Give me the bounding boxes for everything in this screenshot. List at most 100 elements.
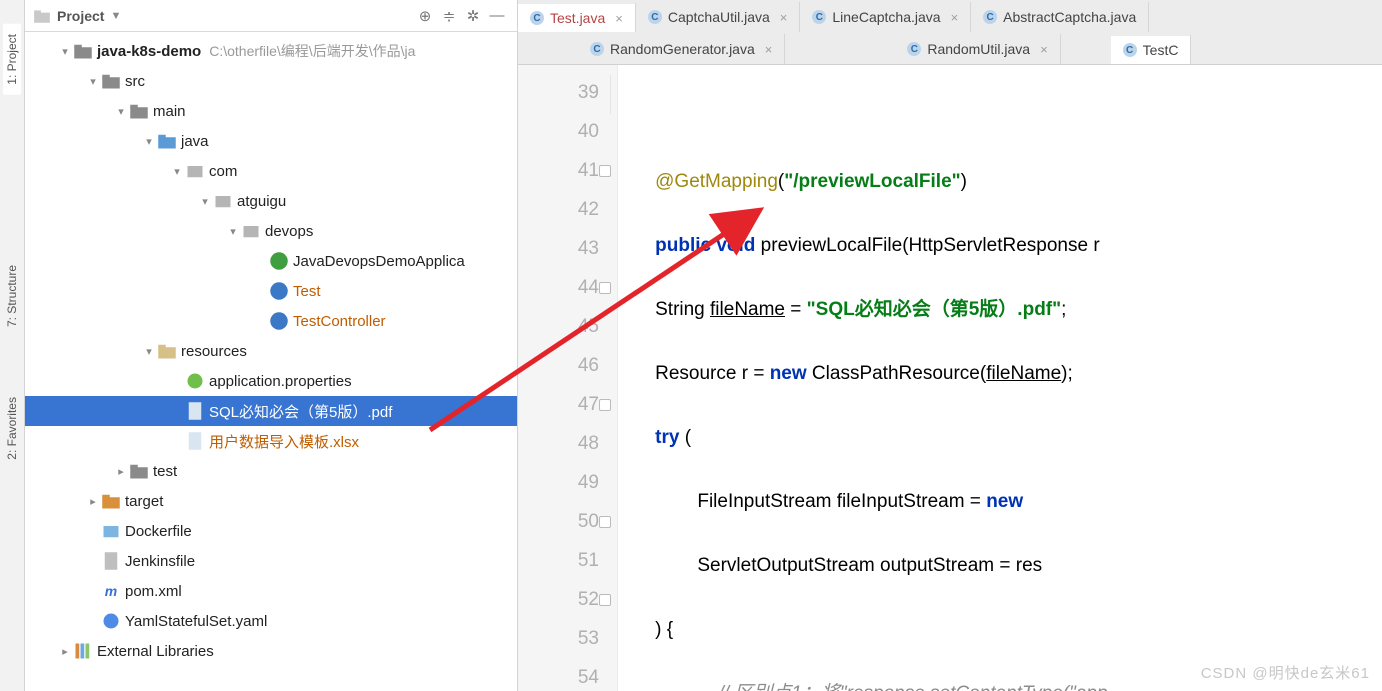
side-tab-structure[interactable]: 7: Structure — [3, 255, 21, 337]
line-number: 53 — [518, 619, 599, 658]
tree-pdf[interactable]: SQL必知必会（第5版）.pdf — [25, 396, 517, 426]
tree-label: JavaDevopsDemoApplica — [293, 253, 465, 270]
close-icon[interactable]: × — [765, 42, 773, 57]
tree-test-class[interactable]: Test — [25, 276, 517, 306]
tool-window-bar: 1: Project 7: Structure 2: Favorites — [0, 0, 25, 691]
class-icon: C — [590, 42, 604, 56]
close-icon[interactable]: × — [951, 10, 959, 25]
folder-icon — [129, 101, 149, 121]
side-tab-project[interactable]: 1: Project — [3, 24, 21, 95]
hide-icon[interactable]: — — [485, 4, 509, 28]
tree-label: pom.xml — [125, 583, 182, 600]
tree-yaml[interactable]: YamlStatefulSet.yaml — [25, 606, 517, 636]
line-number: 46 — [518, 346, 599, 385]
tree-label: resources — [181, 343, 247, 360]
line-number: 42 — [518, 190, 599, 229]
tab-label: RandomUtil.java — [927, 41, 1030, 57]
tab-test[interactable]: CTest.java× — [518, 2, 636, 32]
tree-label: src — [125, 73, 145, 90]
editor-area: CTest.java× CCaptchaUtil.java× C LineCapt… — [518, 0, 1382, 691]
tab-label: LineCaptcha.java — [832, 9, 940, 25]
package-icon — [185, 161, 205, 181]
tree-com[interactable]: ▾com — [25, 156, 517, 186]
line-number: 40 — [518, 112, 599, 151]
tab-randomgenerator[interactable]: C RandomGenerator.java × — [578, 34, 785, 64]
class-icon: C — [1123, 43, 1137, 57]
line-number: 49 — [518, 463, 599, 502]
class-icon: C — [530, 11, 544, 25]
line-number: 51 — [518, 541, 599, 580]
tree-label: java — [181, 133, 209, 150]
expand-icon[interactable]: ≑ — [437, 4, 461, 28]
folder-icon — [73, 41, 93, 61]
libraries-icon — [73, 641, 93, 661]
package-icon — [213, 191, 233, 211]
tree-testcontroller[interactable]: TestController — [25, 306, 517, 336]
class-icon: C — [983, 10, 997, 24]
tree-label: 用户数据导入模板.xlsx — [209, 431, 359, 452]
gear-icon[interactable]: ✲ — [461, 4, 485, 28]
tree-jenkins[interactable]: Jenkinsfile — [25, 546, 517, 576]
tree-java[interactable]: ▾java — [25, 126, 517, 156]
tree-root[interactable]: ▾java-k8s-demoC:\otherfile\编程\后端开发\作品\ja — [25, 36, 517, 66]
yaml-icon — [101, 611, 121, 631]
tree-xlsx[interactable]: 用户数据导入模板.xlsx — [25, 426, 517, 456]
tab-label: TestC — [1143, 42, 1179, 58]
chevron-down-icon[interactable]: ▼ — [110, 10, 121, 22]
tree-app-class[interactable]: JavaDevopsDemoApplica — [25, 246, 517, 276]
project-panel: Project ▼ ⊕ ≑ ✲ — ▾java-k8s-demoC:\other… — [25, 0, 518, 691]
tree-testdir[interactable]: ▸test — [25, 456, 517, 486]
line-gutter: 39 40 41 42 43 44 45 46 47 48 49 50 51 5… — [518, 65, 618, 691]
tab-label: AbstractCaptcha.java — [1003, 9, 1136, 25]
tree-main[interactable]: ▾main — [25, 96, 517, 126]
line-number: 41 — [518, 151, 599, 190]
locate-icon[interactable]: ⊕ — [413, 4, 437, 28]
tree-label: java-k8s-demo — [97, 43, 201, 60]
file-icon — [185, 431, 205, 451]
panel-title: Project — [57, 8, 104, 24]
close-icon[interactable]: × — [780, 10, 788, 25]
class-icon: C — [812, 10, 826, 24]
tree-docker[interactable]: Dockerfile — [25, 516, 517, 546]
editor-tabs: CTest.java× CCaptchaUtil.java× C LineCapt… — [518, 0, 1382, 65]
tree-label: com — [209, 163, 237, 180]
tab-label: RandomGenerator.java — [610, 41, 755, 57]
tree-label: YamlStatefulSet.yaml — [125, 613, 267, 630]
close-icon[interactable]: × — [1040, 42, 1048, 57]
tree-label: atguigu — [237, 193, 286, 210]
class-icon: C — [648, 10, 662, 24]
tree-label: target — [125, 493, 163, 510]
tree-label: External Libraries — [97, 643, 214, 660]
tree-label: application.properties — [209, 373, 352, 390]
project-tree[interactable]: ▾java-k8s-demoC:\otherfile\编程\后端开发\作品\ja… — [25, 32, 517, 691]
package-icon — [241, 221, 261, 241]
tree-external[interactable]: ▸External Libraries — [25, 636, 517, 666]
tab-testcontroller[interactable]: C TestC — [1111, 34, 1192, 64]
close-icon[interactable]: × — [615, 11, 623, 26]
props-icon — [185, 371, 205, 391]
code-editor[interactable]: @GetMapping("/previewLocalFile") public … — [618, 65, 1382, 691]
tab-captchautil[interactable]: CCaptchaUtil.java× — [636, 2, 801, 32]
tree-target[interactable]: ▸target — [25, 486, 517, 516]
tree-label: main — [153, 103, 186, 120]
code-area: 39 40 41 42 43 44 45 46 47 48 49 50 51 5… — [518, 65, 1382, 691]
tree-pom[interactable]: mpom.xml — [25, 576, 517, 606]
tree-label: Test — [293, 283, 321, 300]
maven-icon: m — [101, 581, 121, 601]
tab-linecaptcha[interactable]: C LineCaptcha.java × — [800, 2, 971, 32]
tree-atguigu[interactable]: ▾atguigu — [25, 186, 517, 216]
side-tab-favorites[interactable]: 2: Favorites — [3, 387, 21, 470]
folder-icon — [157, 131, 177, 151]
tree-devops[interactable]: ▾devops — [25, 216, 517, 246]
line-number: 52 — [518, 580, 599, 619]
tree-appprops[interactable]: application.properties — [25, 366, 517, 396]
watermark: CSDN @明快de玄米61 — [1201, 662, 1370, 683]
tab-randomutil[interactable]: C RandomUtil.java × — [895, 34, 1060, 64]
tab-abstractcaptcha[interactable]: C AbstractCaptcha.java — [971, 2, 1149, 32]
tree-label: Dockerfile — [125, 523, 192, 540]
tree-resources[interactable]: ▾resources — [25, 336, 517, 366]
tree-label: SQL必知必会（第5版）.pdf — [209, 401, 392, 422]
class-icon: C — [907, 42, 921, 56]
tree-label: test — [153, 463, 177, 480]
tree-src[interactable]: ▾src — [25, 66, 517, 96]
